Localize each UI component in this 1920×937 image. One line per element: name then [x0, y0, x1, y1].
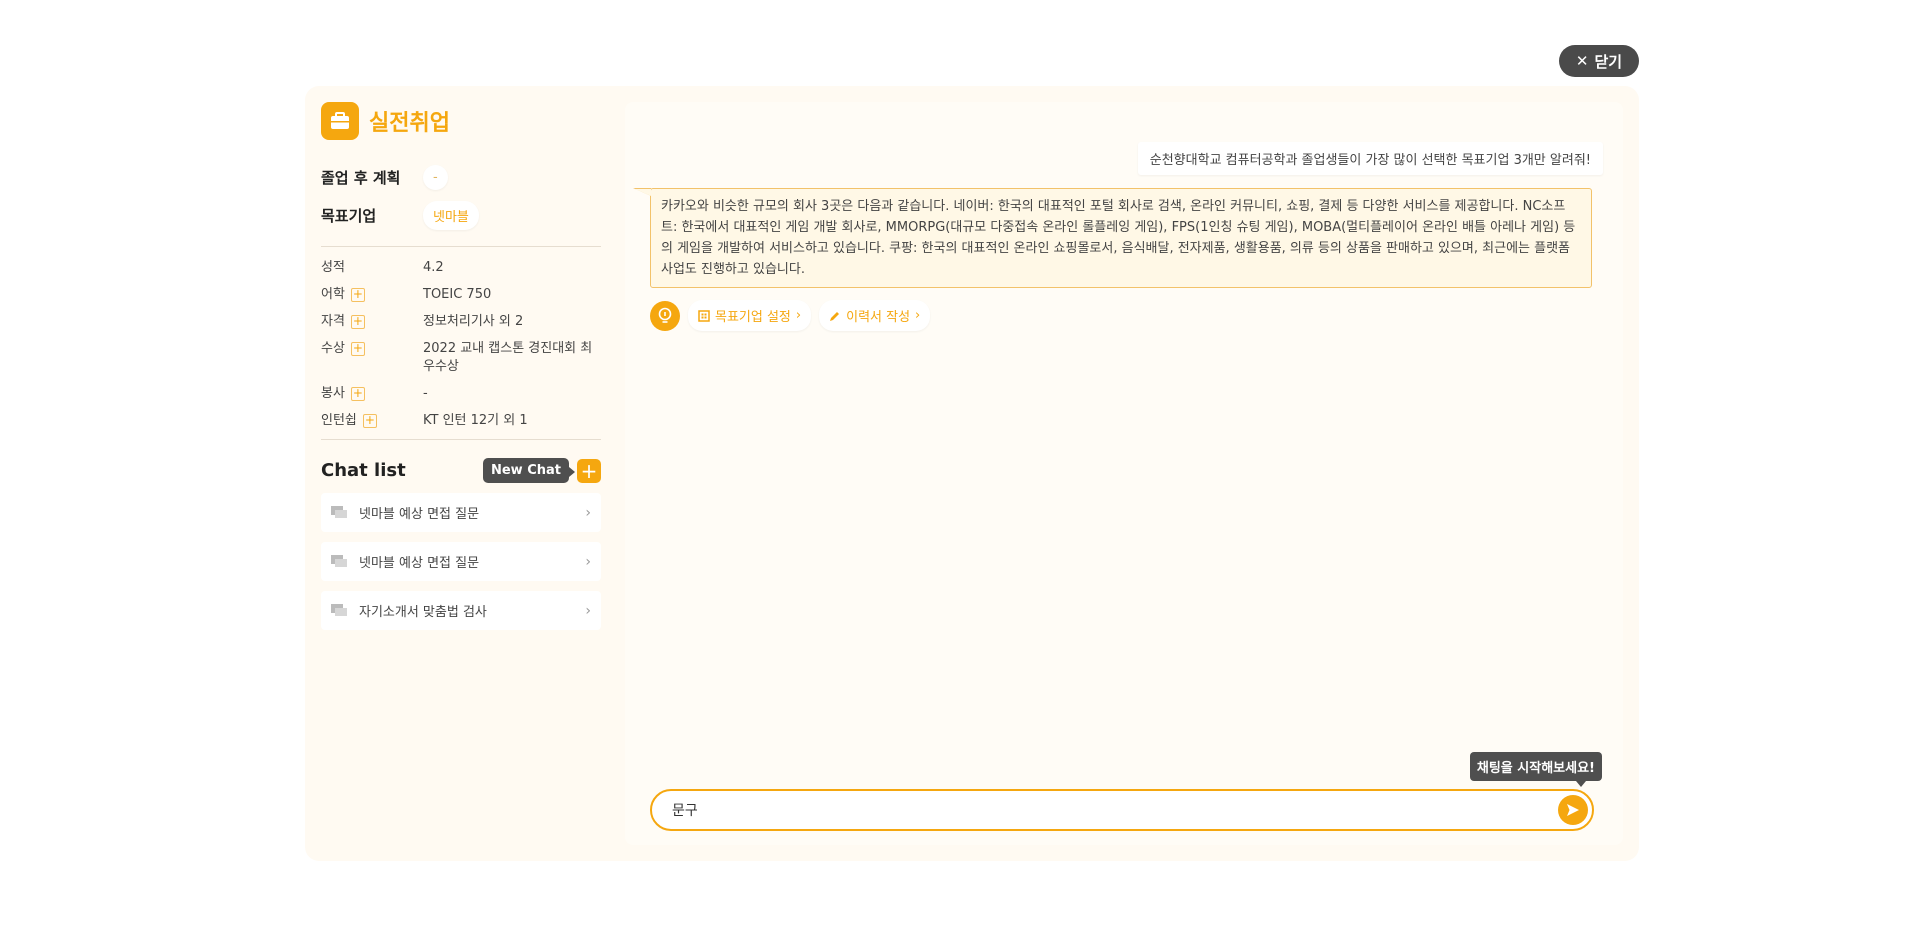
chat-start-hint: 채팅을 시작해보세요! — [1469, 752, 1602, 787]
chevron-right-icon: › — [585, 504, 591, 521]
new-chat-button[interactable]: + — [577, 458, 601, 483]
chat-input-box — [650, 789, 1594, 831]
add-volunteer-icon[interactable]: + — [350, 387, 365, 401]
user-message: 순천향대학교 컴퓨터공학과 졸업생들이 가장 많이 선택한 목표기업 3개만 알… — [1137, 142, 1603, 175]
spec-key: 인턴쉽 — [321, 413, 357, 428]
plan-row: 졸업 후 계획 - — [321, 160, 601, 194]
chat-bubble-icon — [331, 603, 347, 616]
chat-item-label: 넷마블 예상 면접 질문 — [359, 556, 480, 571]
divider — [321, 439, 601, 440]
add-certificate-icon[interactable]: + — [350, 315, 365, 329]
brand-header: 실전취업 — [321, 102, 601, 140]
profile-panel: 실전취업 졸업 후 계획 - 목표기업 넷마블 성적 4.2 어학 + TOEI… — [321, 102, 601, 630]
brand-title: 실전취업 — [369, 111, 450, 136]
bot-message: 카카오와 비슷한 규모의 회사 3곳은 다음과 같습니다. 네이버: 한국의 대… — [633, 188, 1592, 288]
suggestion-target-company[interactable]: 목표기업 설정 › — [688, 300, 812, 331]
lightbulb-icon — [650, 300, 680, 331]
spec-value: 정보처리기사 외 2 — [423, 314, 524, 329]
target-company-chip[interactable]: 넷마블 — [423, 200, 479, 230]
suggestion-label: 목표기업 설정 — [715, 310, 791, 325]
chat-input[interactable] — [672, 802, 1558, 818]
close-label: 닫기 — [1594, 52, 1623, 71]
add-language-icon[interactable]: + — [350, 288, 365, 302]
spec-key: 성적 — [321, 260, 345, 275]
chat-list-header: Chat list New Chat + — [321, 458, 601, 483]
spec-key: 어학 — [321, 287, 345, 302]
spec-row-internship: 인턴쉽 + KT 인턴 12기 외 1 — [321, 412, 601, 430]
add-award-icon[interactable]: + — [350, 342, 365, 356]
spec-value: 2022 교내 캡스톤 경진대회 최우수상 — [423, 341, 593, 374]
pencil-icon — [830, 311, 840, 321]
chat-bubble-icon — [331, 554, 347, 567]
after-grad-label: 졸업 후 계획 — [321, 168, 401, 187]
chat-list-item[interactable]: 넷마블 예상 면접 질문 › — [321, 493, 601, 532]
close-icon: ✕ — [1575, 51, 1589, 70]
spec-row-award: 수상 + 2022 교내 캡스톤 경진대회 최우수상 — [321, 340, 601, 376]
chevron-right-icon: › — [585, 553, 591, 570]
spec-row-grade: 성적 4.2 — [321, 259, 601, 277]
send-icon — [1567, 804, 1579, 816]
spec-value: TOEIC 750 — [423, 287, 492, 302]
building-icon — [698, 309, 710, 322]
chevron-right-icon: › — [585, 602, 591, 619]
chat-bubble-icon — [331, 505, 347, 518]
spec-row-language: 어학 + TOEIC 750 — [321, 286, 601, 304]
briefcase-icon — [321, 102, 359, 140]
send-button[interactable] — [1558, 795, 1588, 825]
chat-item-label: 넷마블 예상 면접 질문 — [359, 507, 480, 522]
after-grad-value[interactable]: - — [423, 164, 448, 190]
chat-list-item[interactable]: 자기소개서 맞춤법 검사 › — [321, 591, 601, 630]
chat-panel: 순천향대학교 컴퓨터공학과 졸업생들이 가장 많이 선택한 목표기업 3개만 알… — [625, 102, 1623, 845]
chat-list-title: Chat list — [321, 460, 406, 481]
spec-list: 성적 4.2 어학 + TOEIC 750 자격 + 정보처리기사 외 2 수상… — [321, 259, 601, 430]
spec-value: 4.2 — [423, 260, 444, 275]
spec-row-volunteer: 봉사 + - — [321, 385, 601, 403]
spec-value: KT 인턴 12기 외 1 — [423, 413, 528, 428]
suggestion-resume[interactable]: 이력서 작성 › — [819, 300, 931, 331]
spec-key: 자격 — [321, 314, 345, 329]
suggestion-bar: 목표기업 설정 › 이력서 작성 › — [650, 300, 931, 331]
new-chat-tooltip: New Chat — [482, 458, 576, 483]
chevron-right-icon: › — [915, 308, 921, 323]
chat-list-item[interactable]: 넷마블 예상 면접 질문 › — [321, 542, 601, 581]
target-row: 목표기업 넷마블 — [321, 198, 601, 232]
divider — [321, 246, 601, 247]
spec-value: - — [423, 386, 428, 401]
spec-key: 봉사 — [321, 386, 345, 401]
spec-key: 수상 — [321, 341, 345, 356]
spec-row-certificate: 자격 + 정보처리기사 외 2 — [321, 313, 601, 331]
job-modal: 실전취업 졸업 후 계획 - 목표기업 넷마블 성적 4.2 어학 + TOEI… — [305, 86, 1639, 861]
chevron-right-icon: › — [795, 308, 802, 323]
add-internship-icon[interactable]: + — [362, 414, 377, 428]
chat-item-label: 자기소개서 맞춤법 검사 — [359, 605, 487, 620]
target-label: 목표기업 — [321, 206, 377, 225]
close-button[interactable]: ✕ 닫기 — [1559, 45, 1639, 77]
suggestion-label: 이력서 작성 — [846, 310, 911, 325]
